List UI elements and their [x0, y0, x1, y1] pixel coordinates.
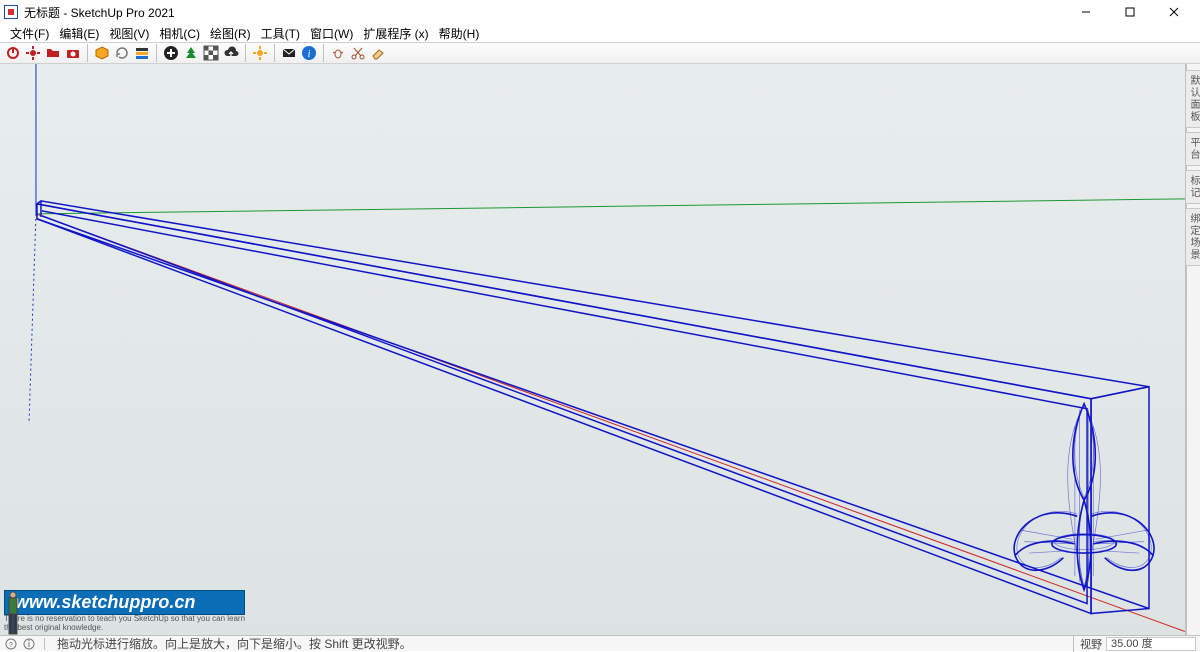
status-field-value[interactable]: 35.00 度: [1106, 637, 1196, 651]
toolbar-plus-circle-icon[interactable]: [162, 44, 180, 62]
close-button[interactable]: [1152, 0, 1196, 24]
watermark-url: www.sketchuppro.cn: [4, 590, 245, 615]
viewport-3d[interactable]: www.sketchuppro.cn There is no reservati…: [0, 64, 1186, 635]
title-bar: 无标题 - SketchUp Pro 2021: [0, 0, 1200, 24]
tray-tags[interactable]: 标记: [1185, 170, 1200, 204]
toolbar-bug-icon[interactable]: [329, 44, 347, 62]
menu-draw[interactable]: 绘图(R): [206, 25, 255, 42]
viewport-watermark: www.sketchuppro.cn There is no reservati…: [4, 590, 245, 633]
menu-bar: 文件(F) 编辑(E) 视图(V) 相机(C) 绘图(R) 工具(T) 窗口(W…: [0, 24, 1200, 42]
toolbar-gear-icon[interactable]: [24, 44, 42, 62]
right-tray: 默认面板 平台 标记 绑定场景: [1186, 64, 1200, 635]
toolbar-folder-icon[interactable]: [44, 44, 62, 62]
status-field-label: 视野: [1080, 636, 1102, 652]
toolbar-info-icon[interactable]: i: [300, 44, 318, 62]
toolbar-mail-icon[interactable]: [280, 44, 298, 62]
menu-file[interactable]: 文件(F): [6, 25, 53, 42]
toolbar-tree-icon[interactable]: [182, 44, 200, 62]
workspace: www.sketchuppro.cn There is no reservati…: [0, 64, 1200, 635]
maximize-button[interactable]: [1108, 0, 1152, 24]
svg-text:i: i: [308, 49, 311, 60]
status-hint: 拖动光标进行缩放。向上是放大，向下是缩小。按 Shift 更改视野。: [53, 635, 1069, 652]
minimize-button[interactable]: [1064, 0, 1108, 24]
window-controls: [1064, 0, 1196, 24]
toolbar-checker-icon[interactable]: [202, 44, 220, 62]
status-help-icon[interactable]: ?: [4, 637, 18, 651]
toolbar-scissors-icon[interactable]: [349, 44, 367, 62]
menu-camera[interactable]: 相机(C): [155, 25, 204, 42]
tray-scene[interactable]: 绑定场景: [1185, 208, 1200, 266]
menu-view[interactable]: 视图(V): [105, 25, 153, 42]
toolbar-eraser-icon[interactable]: [369, 44, 387, 62]
watermark-tagline-2: the best original knowledge.: [4, 624, 245, 633]
status-bar: ? 拖动光标进行缩放。向上是放大，向下是缩小。按 Shift 更改视野。 视野 …: [0, 635, 1200, 651]
toolbar-camera-icon[interactable]: [64, 44, 82, 62]
toolbar-refresh-icon[interactable]: [113, 44, 131, 62]
tray-default-panel[interactable]: 默认面板: [1185, 70, 1200, 128]
status-info-icon[interactable]: [22, 637, 36, 651]
toolbar: i: [0, 42, 1200, 64]
menu-extensions[interactable]: 扩展程序 (x): [359, 25, 432, 42]
menu-window[interactable]: 窗口(W): [306, 25, 357, 42]
toolbar-cube-icon[interactable]: [93, 44, 111, 62]
toolbar-gear2-icon[interactable]: [251, 44, 269, 62]
menu-help[interactable]: 帮助(H): [435, 25, 484, 42]
app-icon: [4, 5, 18, 19]
toolbar-cloud-icon[interactable]: [222, 44, 240, 62]
menu-edit[interactable]: 编辑(E): [55, 25, 103, 42]
person-figure-icon: [4, 590, 22, 635]
tray-platform[interactable]: 平台: [1185, 132, 1200, 166]
toolbar-power-icon[interactable]: [4, 44, 22, 62]
toolbar-stack-icon[interactable]: [133, 44, 151, 62]
menu-tools[interactable]: 工具(T): [257, 25, 304, 42]
window-title: 无标题 - SketchUp Pro 2021: [24, 4, 175, 21]
svg-text:?: ?: [9, 642, 13, 649]
